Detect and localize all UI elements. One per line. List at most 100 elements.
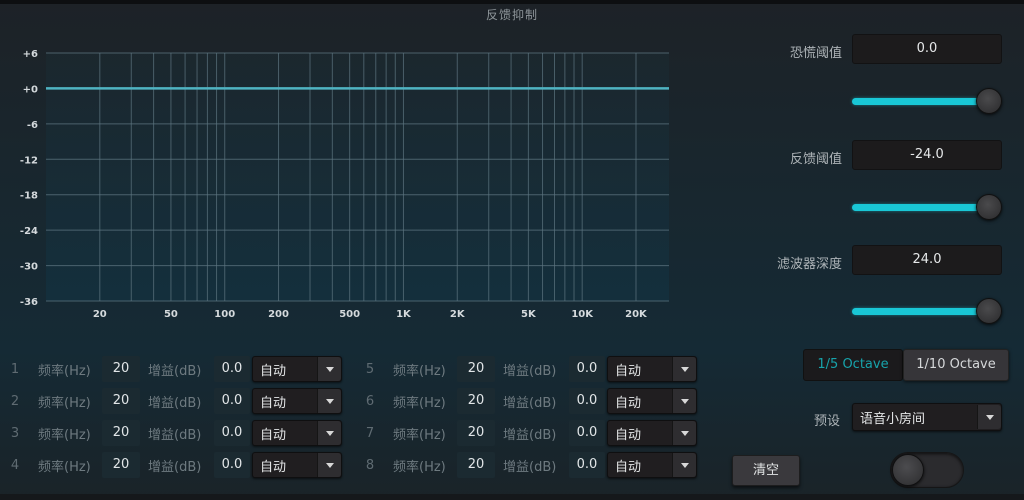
band-row: 1 频率(Hz) 20 增益(dB) 0.0 自动 — [0, 355, 342, 383]
y-tick-label: -36 — [20, 297, 38, 308]
preset-value: 语音小房间 — [860, 411, 926, 427]
window-title: 反馈抑制 — [485, 8, 538, 22]
plot-area — [46, 53, 669, 301]
y-tick-label: -30 — [20, 262, 38, 273]
feedback-threshold-field[interactable]: -24.0 — [852, 140, 1002, 170]
slider-track — [852, 204, 984, 211]
band-index: 8 — [365, 457, 375, 473]
x-tick-label: 2K — [450, 309, 466, 320]
frequency-field[interactable]: 20 — [102, 452, 140, 478]
y-tick-label: -24 — [20, 226, 38, 237]
x-tick-label: 5K — [521, 309, 537, 320]
mode-value: 自动 — [260, 395, 287, 411]
frequency-field[interactable]: 20 — [102, 356, 140, 382]
band-row: 6 频率(Hz) 20 增益(dB) 0.0 自动 — [355, 387, 697, 415]
dropdown-arrow-icon[interactable] — [977, 405, 1001, 429]
mode-select[interactable]: 自动 — [607, 452, 697, 478]
slider-knob[interactable] — [976, 298, 1002, 324]
gain-field[interactable]: 0.0 — [214, 388, 250, 414]
octave-1-5-button[interactable]: 1/5 Octave — [803, 349, 903, 381]
chart-svg: +6 +0 -6 -12 -18 -24 -30 -36 20 50 100 200 500 1K 2K 5… — [20, 49, 669, 320]
y-tick-label: -6 — [27, 120, 38, 131]
x-tick-label: 10K — [571, 309, 594, 320]
y-tick-label: -18 — [20, 191, 38, 202]
frequency-field[interactable]: 20 — [102, 420, 140, 446]
enable-toggle[interactable] — [890, 452, 964, 488]
frequency-label: 频率(Hz) — [393, 363, 446, 379]
dropdown-arrow-icon[interactable] — [672, 421, 696, 445]
toggle-knob[interactable] — [892, 454, 924, 486]
band-row: 8 频率(Hz) 20 增益(dB) 0.0 自动 — [355, 451, 697, 479]
gain-field[interactable]: 0.0 — [569, 356, 605, 382]
frequency-label: 频率(Hz) — [38, 459, 91, 475]
mode-select[interactable]: 自动 — [252, 452, 342, 478]
band-row: 2 频率(Hz) 20 增益(dB) 0.0 自动 — [0, 387, 342, 415]
band-row: 3 频率(Hz) 20 增益(dB) 0.0 自动 — [0, 419, 342, 447]
gain-field[interactable]: 0.0 — [569, 452, 605, 478]
top-border — [0, 0, 1024, 4]
frequency-field[interactable]: 20 — [457, 388, 495, 414]
dropdown-arrow-icon[interactable] — [317, 453, 341, 477]
mode-value: 自动 — [615, 395, 642, 411]
gain-field[interactable]: 0.0 — [569, 420, 605, 446]
dropdown-arrow-icon[interactable] — [317, 357, 341, 381]
preset-label: 预设 — [813, 414, 840, 429]
gain-field[interactable]: 0.0 — [214, 420, 250, 446]
eq-response-chart: +6 +0 -6 -12 -18 -24 -30 -36 20 50 100 200 500 1K 2K 5… — [0, 30, 700, 330]
band-row: 4 频率(Hz) 20 增益(dB) 0.0 自动 — [0, 451, 342, 479]
band-index: 6 — [365, 393, 375, 409]
dropdown-arrow-icon[interactable] — [317, 421, 341, 445]
x-tick-label: 20K — [625, 309, 648, 320]
mode-select[interactable]: 自动 — [252, 356, 342, 382]
octave-1-10-button[interactable]: 1/10 Octave — [903, 349, 1009, 381]
dropdown-arrow-icon[interactable] — [672, 357, 696, 381]
dropdown-arrow-icon[interactable] — [317, 389, 341, 413]
panic-threshold-field[interactable]: 0.0 — [852, 34, 1002, 64]
mode-select[interactable]: 自动 — [607, 388, 697, 414]
gain-field[interactable]: 0.0 — [569, 388, 605, 414]
octave-toggle-group: 1/5 Octave 1/10 Octave — [803, 349, 1009, 381]
mode-value: 自动 — [615, 459, 642, 475]
panic-threshold-label: 恐慌阈值 — [789, 46, 842, 61]
mode-select[interactable]: 自动 — [252, 388, 342, 414]
mode-select[interactable]: 自动 — [607, 356, 697, 382]
band-index: 3 — [10, 425, 20, 441]
gain-label: 增益(dB) — [148, 363, 202, 379]
frequency-field[interactable]: 20 — [457, 452, 495, 478]
frequency-label: 频率(Hz) — [393, 459, 446, 475]
band-index: 2 — [10, 393, 20, 409]
x-tick-label: 200 — [268, 309, 289, 320]
slider-knob[interactable] — [976, 194, 1002, 220]
gain-label: 增益(dB) — [148, 427, 202, 443]
gain-label: 增益(dB) — [503, 427, 557, 443]
frequency-field[interactable]: 20 — [102, 388, 140, 414]
slider-track — [852, 98, 984, 105]
filter-depth-field[interactable]: 24.0 — [852, 245, 1002, 275]
feedback-threshold-label: 反馈阈值 — [789, 152, 842, 167]
x-tick-label: 100 — [214, 309, 235, 320]
filter-depth-slider[interactable] — [850, 296, 1010, 326]
clear-button[interactable]: 清空 — [732, 455, 800, 486]
frequency-label: 频率(Hz) — [38, 363, 91, 379]
slider-track — [852, 308, 984, 315]
dropdown-arrow-icon[interactable] — [672, 389, 696, 413]
mode-select[interactable]: 自动 — [252, 420, 342, 446]
y-tick-label: +0 — [23, 84, 38, 95]
y-tick-label: -12 — [20, 155, 38, 166]
panic-threshold-slider[interactable] — [850, 86, 1010, 116]
mode-select[interactable]: 自动 — [607, 420, 697, 446]
bottom-border — [0, 494, 1024, 500]
frequency-field[interactable]: 20 — [457, 356, 495, 382]
feedback-threshold-slider[interactable] — [850, 192, 1010, 222]
dropdown-arrow-icon[interactable] — [672, 453, 696, 477]
preset-select[interactable]: 语音小房间 — [852, 403, 1002, 431]
y-tick-label: +6 — [23, 49, 38, 60]
slider-knob[interactable] — [976, 88, 1002, 114]
gain-label: 增益(dB) — [503, 395, 557, 411]
frequency-label: 频率(Hz) — [393, 427, 446, 443]
gain-field[interactable]: 0.0 — [214, 452, 250, 478]
band-index: 5 — [365, 361, 375, 377]
mode-value: 自动 — [260, 427, 287, 443]
frequency-field[interactable]: 20 — [457, 420, 495, 446]
gain-field[interactable]: 0.0 — [214, 356, 250, 382]
